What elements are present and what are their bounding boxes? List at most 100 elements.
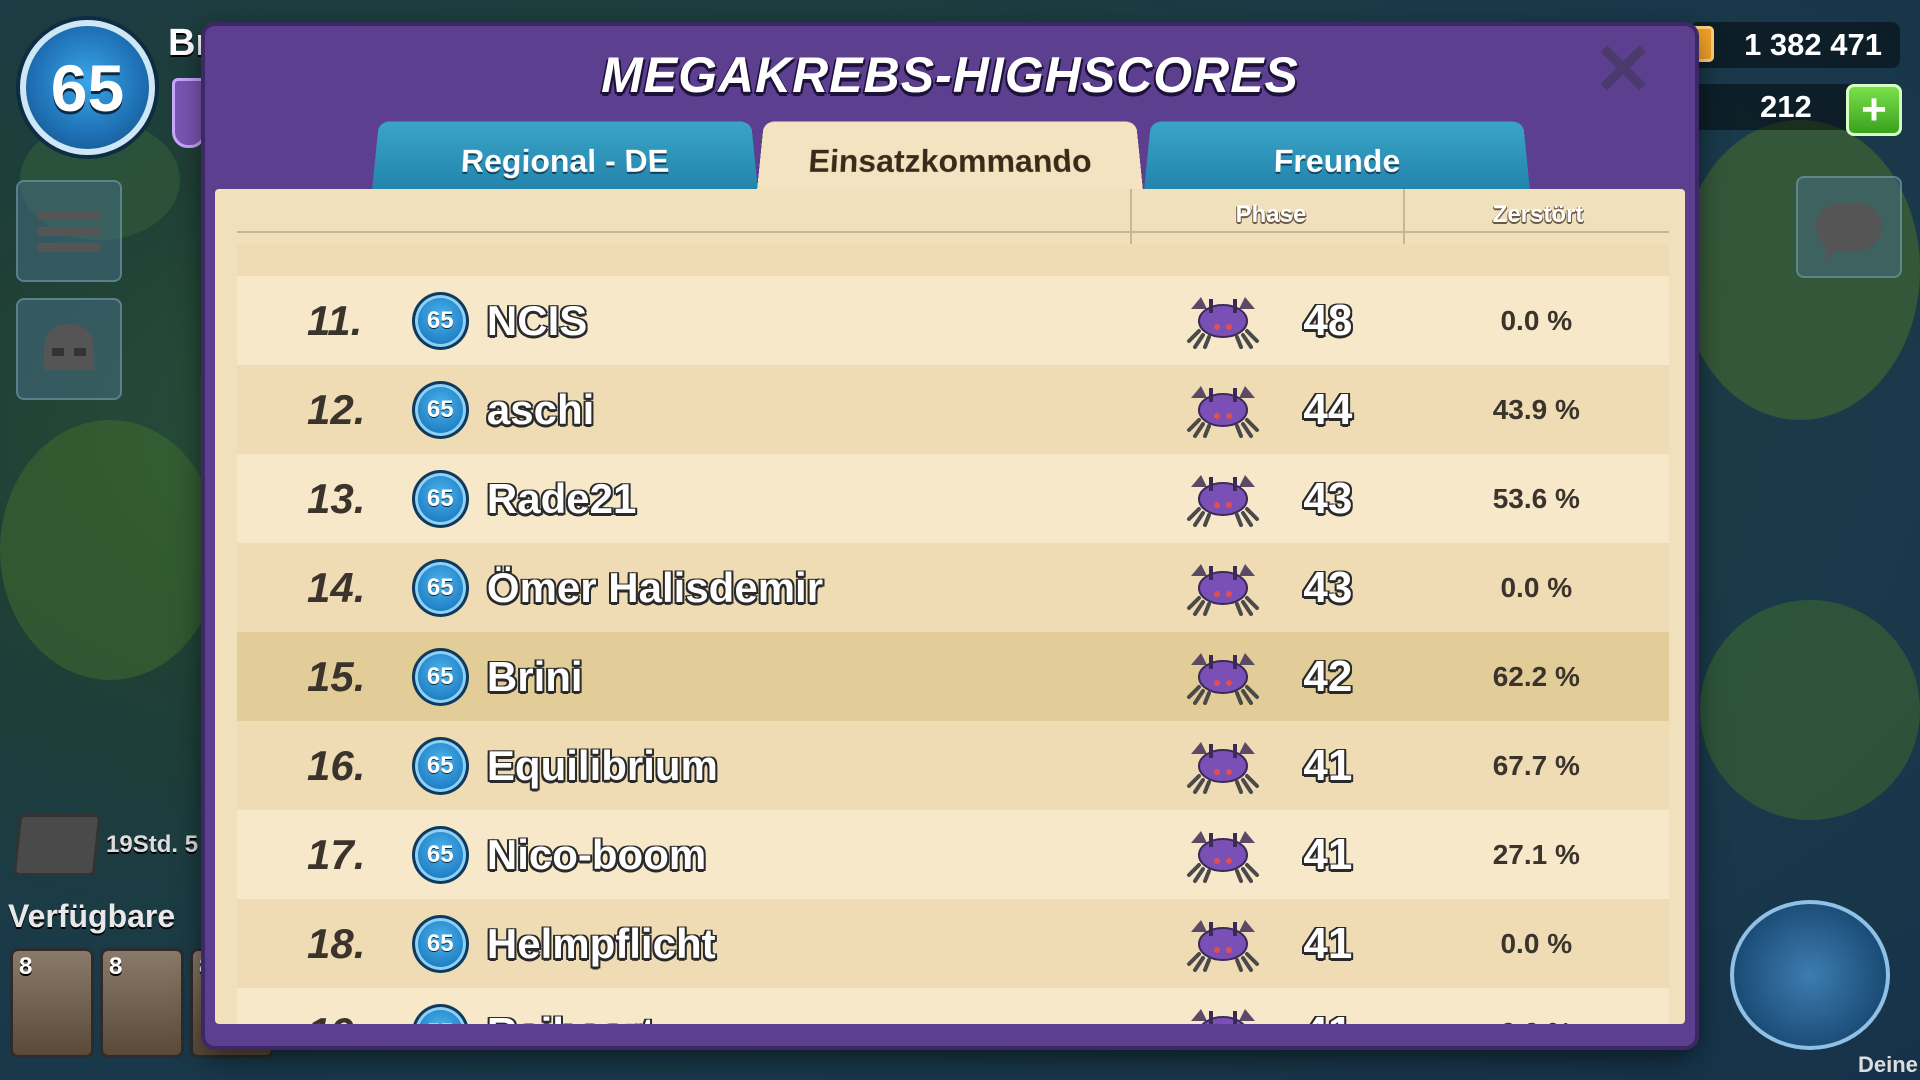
player-level-badge: 65 xyxy=(412,648,469,706)
player-level-badge[interactable]: 65 xyxy=(20,20,155,155)
phase-value: 42 xyxy=(1303,652,1352,702)
player-level-badge: 65 xyxy=(412,826,469,884)
destroyed-percent: 53.6 % xyxy=(1404,483,1669,515)
supply-crate[interactable]: 19Std. 5 xyxy=(16,815,206,875)
column-header-phase: Phase xyxy=(1130,201,1412,229)
rank-number: 11. xyxy=(237,297,412,345)
phase-cell: 44 xyxy=(1134,380,1403,440)
destroyed-percent: 0.0 % xyxy=(1404,1017,1669,1025)
megacrab-icon xyxy=(1185,1003,1261,1025)
destroyed-percent: 43.9 % xyxy=(1404,394,1669,426)
phase-value: 44 xyxy=(1303,385,1352,435)
table-row[interactable]: 14. 65 Ömer Halisdemir 43 0.0 % xyxy=(237,543,1669,632)
player-name: aschi xyxy=(487,386,1134,434)
troop-card[interactable]: 8 xyxy=(10,948,94,1058)
rank-number: 12. xyxy=(237,386,412,434)
phase-value: 41 xyxy=(1303,1008,1352,1025)
player-name: Brini xyxy=(487,653,1134,701)
table-row[interactable]: 19. 55 Raibeart 41 0.0 % xyxy=(237,988,1669,1024)
player-name: NCIS xyxy=(487,297,1134,345)
rank-number: 14. xyxy=(237,564,412,612)
phase-cell: 41 xyxy=(1134,1003,1403,1025)
player-level-badge: 65 xyxy=(412,381,469,439)
rank-shield-icon[interactable] xyxy=(172,78,206,148)
table-row[interactable]: 11. 65 NCIS 48 0.0 % xyxy=(237,276,1669,365)
phase-cell: 41 xyxy=(1134,736,1403,796)
rank-number: 17. xyxy=(237,831,412,879)
megacrab-icon xyxy=(1185,291,1261,351)
gold-amount: 1 382 471 xyxy=(1744,27,1882,63)
home-base-label: Deine xyxy=(1858,1052,1918,1078)
gold-counter: 1 382 471 xyxy=(1690,22,1900,68)
destroyed-percent: 0.0 % xyxy=(1404,305,1669,337)
megacrab-icon xyxy=(1185,558,1261,618)
megacrab-icon xyxy=(1185,380,1261,440)
player-level-badge: 65 xyxy=(412,292,469,350)
player-name: Rade21 xyxy=(487,475,1134,523)
phase-cell: 41 xyxy=(1134,914,1403,974)
home-base-button[interactable] xyxy=(1730,900,1890,1050)
crate-timer-text: 19Std. 5 xyxy=(106,831,198,859)
table-row[interactable]: 13. 65 Rade21 43 53.6 % xyxy=(237,454,1669,543)
phase-value: 41 xyxy=(1303,830,1352,880)
phase-cell: 48 xyxy=(1134,291,1403,351)
phase-cell: 42 xyxy=(1134,647,1403,707)
player-level-badge: 65 xyxy=(412,559,469,617)
destroyed-percent: 0.0 % xyxy=(1404,928,1669,960)
chat-icon xyxy=(1816,203,1882,251)
troop-card[interactable]: 8 xyxy=(100,948,184,1058)
table-row[interactable]: 16. 65 Equilibrium 41 67.7 % xyxy=(237,721,1669,810)
player-level-badge: 65 xyxy=(412,470,469,528)
highscore-panel[interactable]: Phase Zerstört 11. 65 NCIS 48 0.0 % 12. … xyxy=(215,189,1685,1024)
phase-value: 41 xyxy=(1303,741,1352,791)
player-name: Nico-boom xyxy=(487,831,1134,879)
phase-value: 43 xyxy=(1303,563,1352,613)
available-troops-label: Verfügbare xyxy=(8,898,175,935)
crate-icon xyxy=(13,814,102,876)
table-row[interactable]: 12. 65 aschi 44 43.9 % xyxy=(237,365,1669,454)
background-island xyxy=(1700,600,1920,820)
modal-title: MEGAKREBS-HIGHSCORES xyxy=(205,46,1695,104)
close-button[interactable]: ✕ xyxy=(1593,40,1653,100)
megacrab-icon xyxy=(1185,736,1261,796)
highscore-list: 11. 65 NCIS 48 0.0 % 12. 65 aschi 44 43.… xyxy=(237,244,1669,1024)
phase-value: 48 xyxy=(1303,296,1352,346)
highscores-modal: MEGAKREBS-HIGHSCORES ✕ Regional - DE Fre… xyxy=(205,26,1695,1046)
player-level-badge: 65 xyxy=(412,915,469,973)
player-name: Helmpflicht xyxy=(487,920,1134,968)
rank-number: 15. xyxy=(237,653,412,701)
megacrab-icon xyxy=(1185,914,1261,974)
table-row[interactable]: 15. 65 Brini 42 62.2 % xyxy=(237,632,1669,721)
megacrab-icon xyxy=(1185,647,1261,707)
phase-value: 43 xyxy=(1303,474,1352,524)
player-name: Equilibrium xyxy=(487,742,1134,790)
player-level-badge: 55 xyxy=(412,1004,469,1025)
menu-button[interactable] xyxy=(16,180,122,282)
hamburger-icon xyxy=(37,204,101,259)
megacrab-icon xyxy=(1185,825,1261,885)
megacrab-icon xyxy=(1185,469,1261,529)
buy-diamonds-button[interactable]: + xyxy=(1846,84,1902,136)
rank-number: 18. xyxy=(237,920,412,968)
phase-cell: 43 xyxy=(1134,469,1403,529)
background-island xyxy=(0,420,220,680)
rank-number: 16. xyxy=(237,742,412,790)
diamond-amount: 212 xyxy=(1760,89,1812,125)
destroyed-percent: 0.0 % xyxy=(1404,572,1669,604)
player-name: Raibeart xyxy=(487,1009,1134,1025)
troop-count: 8 xyxy=(109,953,122,981)
table-row[interactable]: 17. 65 Nico-boom 41 27.1 % xyxy=(237,810,1669,899)
destroyed-percent: 62.2 % xyxy=(1404,661,1669,693)
helmet-icon xyxy=(34,314,104,384)
chat-button[interactable] xyxy=(1796,176,1902,278)
phase-cell: 41 xyxy=(1134,825,1403,885)
table-row[interactable]: 18. 65 Helmpflicht 41 0.0 % xyxy=(237,899,1669,988)
player-level-badge: 65 xyxy=(412,737,469,795)
phase-value: 41 xyxy=(1303,919,1352,969)
header-divider xyxy=(237,231,1669,233)
destroyed-percent: 67.7 % xyxy=(1404,750,1669,782)
player-name: Ömer Halisdemir xyxy=(487,564,1134,612)
table-row-partial xyxy=(237,244,1669,276)
column-header-destroyed: Zerstört xyxy=(1403,201,1673,229)
headquarters-button[interactable] xyxy=(16,298,122,400)
